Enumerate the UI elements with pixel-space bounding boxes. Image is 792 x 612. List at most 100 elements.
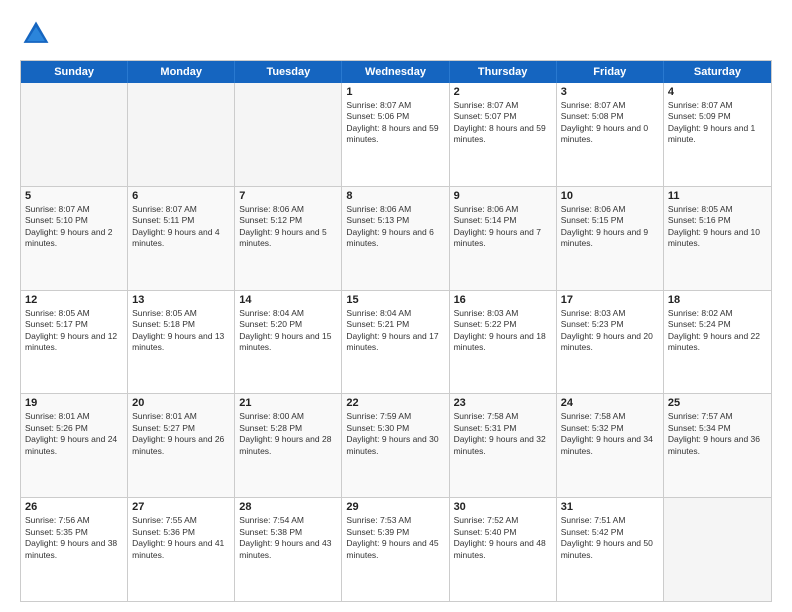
day-number: 10 bbox=[561, 190, 659, 202]
day-info: Sunrise: 7:52 AMSunset: 5:40 PMDaylight:… bbox=[454, 515, 552, 561]
day-number: 17 bbox=[561, 294, 659, 306]
calendar-cell bbox=[235, 83, 342, 186]
calendar-cell: 28 Sunrise: 7:54 AMSunset: 5:38 PMDayligh… bbox=[235, 498, 342, 601]
calendar-cell bbox=[21, 83, 128, 186]
day-number: 29 bbox=[346, 501, 444, 513]
day-number: 31 bbox=[561, 501, 659, 513]
day-info: Sunrise: 8:01 AMSunset: 5:26 PMDaylight:… bbox=[25, 411, 123, 457]
calendar-row: 19Sunrise: 8:01 AMSunset: 5:26 PMDayligh… bbox=[21, 393, 771, 497]
day-number: 11 bbox=[668, 190, 767, 202]
day-number: 22 bbox=[346, 397, 444, 409]
calendar: SundayMondayTuesdayWednesdayThursdayFrid… bbox=[20, 60, 772, 602]
day-info: Sunrise: 8:03 AMSunset: 5:22 PMDaylight:… bbox=[454, 308, 552, 354]
day-info: Sunrise: 7:58 AMSunset: 5:32 PMDaylight:… bbox=[561, 411, 659, 457]
header-day-thursday: Thursday bbox=[450, 61, 557, 83]
calendar-cell: 12Sunrise: 8:05 AMSunset: 5:17 PMDayligh… bbox=[21, 291, 128, 394]
day-info: Sunrise: 7:53 AMSunset: 5:39 PMDaylight:… bbox=[346, 515, 444, 561]
day-number: 28 bbox=[239, 501, 337, 513]
day-info: Sunrise: 7:55 AMSunset: 5:36 PMDaylight:… bbox=[132, 515, 230, 561]
day-info: Sunrise: 8:07 AMSunset: 5:08 PMDaylight:… bbox=[561, 100, 659, 146]
calendar-cell: 19Sunrise: 8:01 AMSunset: 5:26 PMDayligh… bbox=[21, 394, 128, 497]
day-number: 27 bbox=[132, 501, 230, 513]
calendar-cell: 13 Sunrise: 8:05 AMSunset: 5:18 PMDayligh… bbox=[128, 291, 235, 394]
day-number: 18 bbox=[668, 294, 767, 306]
calendar-cell: 24 Sunrise: 7:58 AMSunset: 5:32 PMDayligh… bbox=[557, 394, 664, 497]
calendar-cell: 25 Sunrise: 7:57 AMSunset: 5:34 PMDayligh… bbox=[664, 394, 771, 497]
calendar-cell: 7Sunrise: 8:06 AMSunset: 5:12 PMDaylight… bbox=[235, 187, 342, 290]
calendar-cell: 2 Sunrise: 8:07 AMSunset: 5:07 PMDaylight… bbox=[450, 83, 557, 186]
day-info: Sunrise: 8:01 AMSunset: 5:27 PMDaylight:… bbox=[132, 411, 230, 457]
day-info: Sunrise: 7:54 AMSunset: 5:38 PMDaylight:… bbox=[239, 515, 337, 561]
calendar-cell: 26Sunrise: 7:56 AMSunset: 5:35 PMDayligh… bbox=[21, 498, 128, 601]
page: SundayMondayTuesdayWednesdayThursdayFrid… bbox=[0, 0, 792, 612]
day-info: Sunrise: 7:57 AMSunset: 5:34 PMDaylight:… bbox=[668, 411, 767, 457]
day-info: Sunrise: 7:59 AMSunset: 5:30 PMDaylight:… bbox=[346, 411, 444, 457]
calendar-cell: 21Sunrise: 8:00 AMSunset: 5:28 PMDayligh… bbox=[235, 394, 342, 497]
day-number: 6 bbox=[132, 190, 230, 202]
day-info: Sunrise: 8:05 AMSunset: 5:18 PMDaylight:… bbox=[132, 308, 230, 354]
day-info: Sunrise: 8:06 AMSunset: 5:13 PMDaylight:… bbox=[346, 204, 444, 250]
calendar-cell: 18Sunrise: 8:02 AMSunset: 5:24 PMDayligh… bbox=[664, 291, 771, 394]
header-day-friday: Friday bbox=[557, 61, 664, 83]
day-info: Sunrise: 8:04 AMSunset: 5:20 PMDaylight:… bbox=[239, 308, 337, 354]
day-info: Sunrise: 8:04 AMSunset: 5:21 PMDaylight:… bbox=[346, 308, 444, 354]
calendar-row: 5 Sunrise: 8:07 AMSunset: 5:10 PMDaylight… bbox=[21, 186, 771, 290]
calendar-cell: 3 Sunrise: 8:07 AMSunset: 5:08 PMDaylight… bbox=[557, 83, 664, 186]
calendar-cell: 17 Sunrise: 8:03 AMSunset: 5:23 PMDayligh… bbox=[557, 291, 664, 394]
day-number: 20 bbox=[132, 397, 230, 409]
day-info: Sunrise: 8:07 AMSunset: 5:10 PMDaylight:… bbox=[25, 204, 123, 250]
calendar-cell: 16Sunrise: 8:03 AMSunset: 5:22 PMDayligh… bbox=[450, 291, 557, 394]
day-number: 5 bbox=[25, 190, 123, 202]
logo bbox=[20, 18, 56, 50]
calendar-cell: 31 Sunrise: 7:51 AMSunset: 5:42 PMDayligh… bbox=[557, 498, 664, 601]
day-number: 4 bbox=[668, 86, 767, 98]
calendar-cell: 14 Sunrise: 8:04 AMSunset: 5:20 PMDayligh… bbox=[235, 291, 342, 394]
day-number: 24 bbox=[561, 397, 659, 409]
calendar-cell bbox=[664, 498, 771, 601]
calendar-cell: 6 Sunrise: 8:07 AMSunset: 5:11 PMDaylight… bbox=[128, 187, 235, 290]
header-day-wednesday: Wednesday bbox=[342, 61, 449, 83]
day-number: 26 bbox=[25, 501, 123, 513]
calendar-row: 1Sunrise: 8:07 AMSunset: 5:06 PMDaylight… bbox=[21, 83, 771, 186]
header-day-tuesday: Tuesday bbox=[235, 61, 342, 83]
calendar-cell: 8 Sunrise: 8:06 AMSunset: 5:13 PMDaylight… bbox=[342, 187, 449, 290]
day-info: Sunrise: 8:06 AMSunset: 5:12 PMDaylight:… bbox=[239, 204, 337, 250]
day-info: Sunrise: 8:07 AMSunset: 5:07 PMDaylight:… bbox=[454, 100, 552, 146]
day-info: Sunrise: 8:07 AMSunset: 5:11 PMDaylight:… bbox=[132, 204, 230, 250]
calendar-cell: 20 Sunrise: 8:01 AMSunset: 5:27 PMDayligh… bbox=[128, 394, 235, 497]
day-info: Sunrise: 7:51 AMSunset: 5:42 PMDaylight:… bbox=[561, 515, 659, 561]
day-info: Sunrise: 8:00 AMSunset: 5:28 PMDaylight:… bbox=[239, 411, 337, 457]
calendar-cell: 15Sunrise: 8:04 AMSunset: 5:21 PMDayligh… bbox=[342, 291, 449, 394]
logo-icon bbox=[20, 18, 52, 50]
calendar-cell: 5 Sunrise: 8:07 AMSunset: 5:10 PMDaylight… bbox=[21, 187, 128, 290]
day-info: Sunrise: 8:05 AMSunset: 5:16 PMDaylight:… bbox=[668, 204, 767, 250]
calendar-body: 1Sunrise: 8:07 AMSunset: 5:06 PMDaylight… bbox=[21, 83, 771, 601]
calendar-cell: 11 Sunrise: 8:05 AMSunset: 5:16 PMDayligh… bbox=[664, 187, 771, 290]
day-number: 23 bbox=[454, 397, 552, 409]
day-info: Sunrise: 8:07 AMSunset: 5:09 PMDaylight:… bbox=[668, 100, 767, 146]
header-day-monday: Monday bbox=[128, 61, 235, 83]
calendar-row: 12Sunrise: 8:05 AMSunset: 5:17 PMDayligh… bbox=[21, 290, 771, 394]
calendar-cell: 29 Sunrise: 7:53 AMSunset: 5:39 PMDayligh… bbox=[342, 498, 449, 601]
calendar-cell: 9 Sunrise: 8:06 AMSunset: 5:14 PMDaylight… bbox=[450, 187, 557, 290]
day-number: 14 bbox=[239, 294, 337, 306]
day-info: Sunrise: 8:06 AMSunset: 5:15 PMDaylight:… bbox=[561, 204, 659, 250]
calendar-header: SundayMondayTuesdayWednesdayThursdayFrid… bbox=[21, 61, 771, 83]
day-info: Sunrise: 7:58 AMSunset: 5:31 PMDaylight:… bbox=[454, 411, 552, 457]
day-number: 3 bbox=[561, 86, 659, 98]
calendar-cell: 10 Sunrise: 8:06 AMSunset: 5:15 PMDayligh… bbox=[557, 187, 664, 290]
header-day-sunday: Sunday bbox=[21, 61, 128, 83]
calendar-row: 26Sunrise: 7:56 AMSunset: 5:35 PMDayligh… bbox=[21, 497, 771, 601]
day-number: 8 bbox=[346, 190, 444, 202]
day-number: 2 bbox=[454, 86, 552, 98]
calendar-cell: 30Sunrise: 7:52 AMSunset: 5:40 PMDayligh… bbox=[450, 498, 557, 601]
day-info: Sunrise: 8:07 AMSunset: 5:06 PMDaylight:… bbox=[346, 100, 444, 146]
day-number: 13 bbox=[132, 294, 230, 306]
calendar-cell: 4 Sunrise: 8:07 AMSunset: 5:09 PMDaylight… bbox=[664, 83, 771, 186]
day-number: 9 bbox=[454, 190, 552, 202]
day-info: Sunrise: 8:06 AMSunset: 5:14 PMDaylight:… bbox=[454, 204, 552, 250]
day-number: 25 bbox=[668, 397, 767, 409]
day-info: Sunrise: 8:03 AMSunset: 5:23 PMDaylight:… bbox=[561, 308, 659, 354]
header bbox=[20, 18, 772, 50]
header-day-saturday: Saturday bbox=[664, 61, 771, 83]
